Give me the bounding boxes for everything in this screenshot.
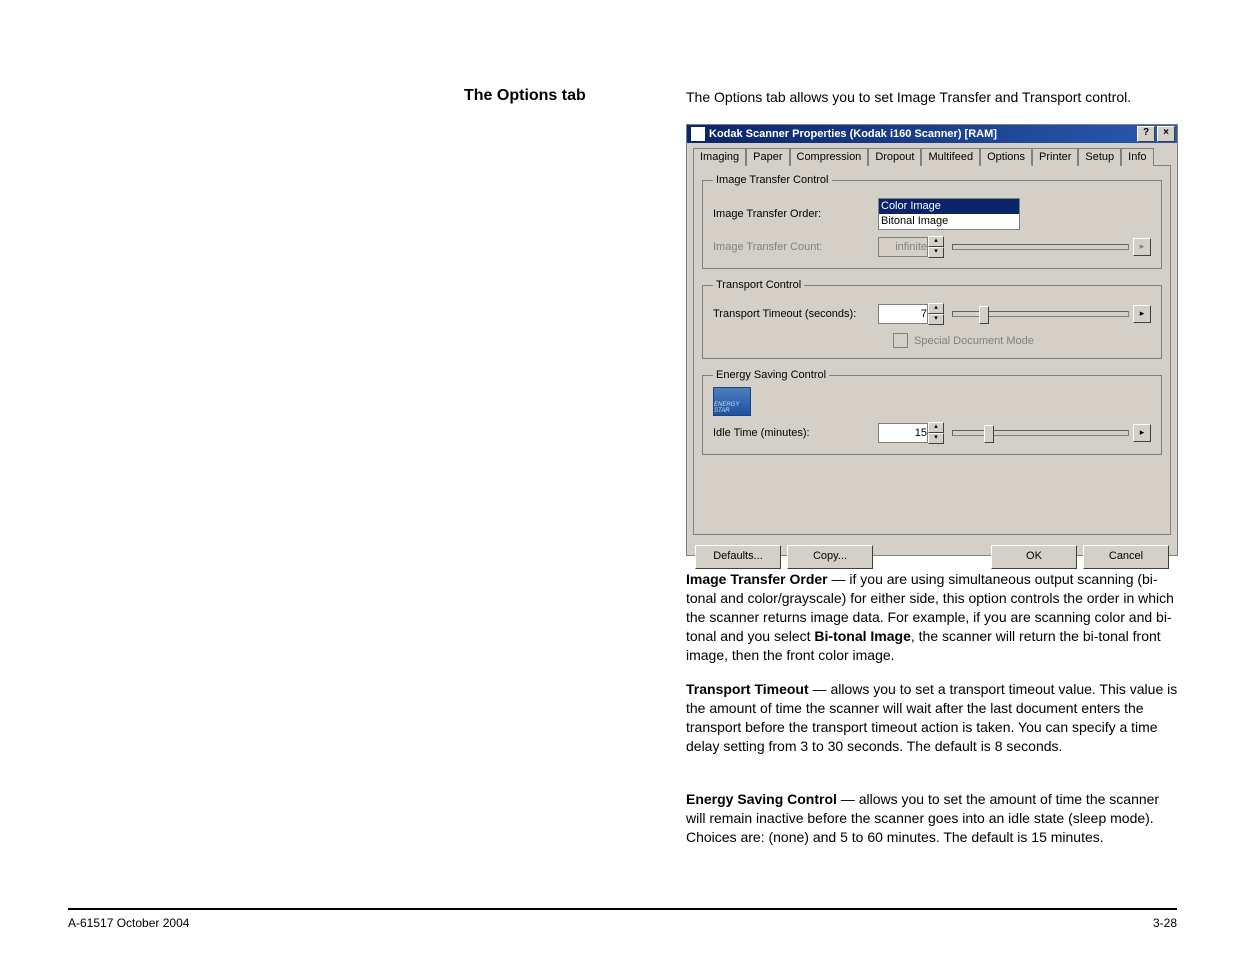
spinner: ▴ ▾ [928,236,944,258]
transfer-count-value: infinite [895,241,927,253]
cancel-button[interactable]: Cancel [1083,545,1169,569]
list-item[interactable]: Bitonal Image [879,214,1019,229]
paragraph-image-transfer-order: Image Transfer Order — if you are using … [686,570,1178,664]
spinner[interactable]: ▴ ▾ [928,303,944,325]
list-item[interactable]: Color Image [879,199,1019,214]
idle-time-value: 15 [915,427,927,439]
tab-printer[interactable]: Printer [1032,148,1078,166]
paragraph-label: Energy Saving Control [686,791,837,807]
defaults-button[interactable]: Defaults... [695,545,781,569]
slider-thumb[interactable] [979,306,989,324]
tab-multifeed[interactable]: Multifeed [921,148,980,166]
special-mode-label: Special Document Mode [914,335,1034,347]
ok-button[interactable]: OK [991,545,1077,569]
transport-timeout-input[interactable]: 7 [878,304,928,324]
footer-doc-id: A-61517 October 2004 [68,916,189,930]
tab-info[interactable]: Info [1121,148,1153,166]
paragraph-label: Transport Timeout [686,681,809,697]
tab-options[interactable]: Options [980,148,1032,166]
tab-panel: Image Transfer Control Image Transfer Or… [693,165,1171,535]
tab-compression[interactable]: Compression [790,148,869,166]
transfer-count-label: Image Transfer Count: [713,241,878,253]
paragraph-label: Image Transfer Order [686,571,828,587]
special-mode-checkbox [893,333,908,348]
spin-up-icon[interactable]: ▴ [928,303,944,314]
section-title: The Options tab [464,87,586,105]
group-legend: Image Transfer Control [713,174,832,186]
idle-time-input[interactable]: 15 [878,423,928,443]
footer-rule [68,908,1177,910]
tab-paper[interactable]: Paper [746,148,789,166]
tab-dropout[interactable]: Dropout [868,148,921,166]
group-legend: Energy Saving Control [713,369,829,381]
transport-timeout-value: 7 [921,308,927,320]
spin-up-icon[interactable]: ▴ [928,422,944,433]
slider-thumb[interactable] [984,425,994,443]
tab-imaging[interactable]: Imaging [693,148,746,166]
spin-down-icon[interactable]: ▾ [928,314,944,325]
idle-time-label: Idle Time (minutes): [713,427,878,439]
spinner[interactable]: ▴ ▾ [928,422,944,444]
paragraph-transport-timeout: Transport Timeout — allows you to set a … [686,680,1178,756]
idle-time-slider[interactable] [952,424,1129,442]
help-button[interactable]: ? [1137,126,1155,142]
app-icon [691,127,705,141]
energy-star-caption: ENERGY STAR [714,402,750,414]
dialog-window: Kodak Scanner Properties (Kodak i160 Sca… [686,124,1178,556]
tab-strip: Imaging Paper Compression Dropout Multif… [687,143,1177,165]
spin-down-icon: ▾ [928,247,944,258]
group-image-transfer: Image Transfer Control Image Transfer Or… [702,174,1162,269]
close-button[interactable]: × [1157,126,1175,142]
intro-text: The Options tab allows you to set Image … [686,89,1131,105]
slider-right-icon: ▸ [1133,238,1151,256]
transport-timeout-slider[interactable] [952,305,1129,323]
transfer-order-label: Image Transfer Order: [713,208,878,220]
paragraph-energy-saving: Energy Saving Control — allows you to se… [686,790,1178,847]
spin-up-icon: ▴ [928,236,944,247]
transfer-order-listbox[interactable]: Color Image Bitonal Image [878,198,1020,230]
tab-setup[interactable]: Setup [1078,148,1121,166]
titlebar: Kodak Scanner Properties (Kodak i160 Sca… [687,125,1177,143]
slider-right-icon[interactable]: ▸ [1133,424,1151,442]
spin-down-icon[interactable]: ▾ [928,433,944,444]
footer-page-number: 3-28 [1153,916,1177,930]
energy-star-icon: ENERGY STAR [713,387,751,416]
group-legend: Transport Control [713,279,804,291]
slider-right-icon[interactable]: ▸ [1133,305,1151,323]
transfer-count-slider [952,238,1129,256]
window-title: Kodak Scanner Properties (Kodak i160 Sca… [709,128,997,140]
group-energy: Energy Saving Control ENERGY STAR Idle T… [702,369,1162,455]
group-transport: Transport Control Transport Timeout (sec… [702,279,1162,359]
transfer-count-input: infinite [878,237,928,257]
transport-timeout-label: Transport Timeout (seconds): [713,308,878,320]
copy-button[interactable]: Copy... [787,545,873,569]
